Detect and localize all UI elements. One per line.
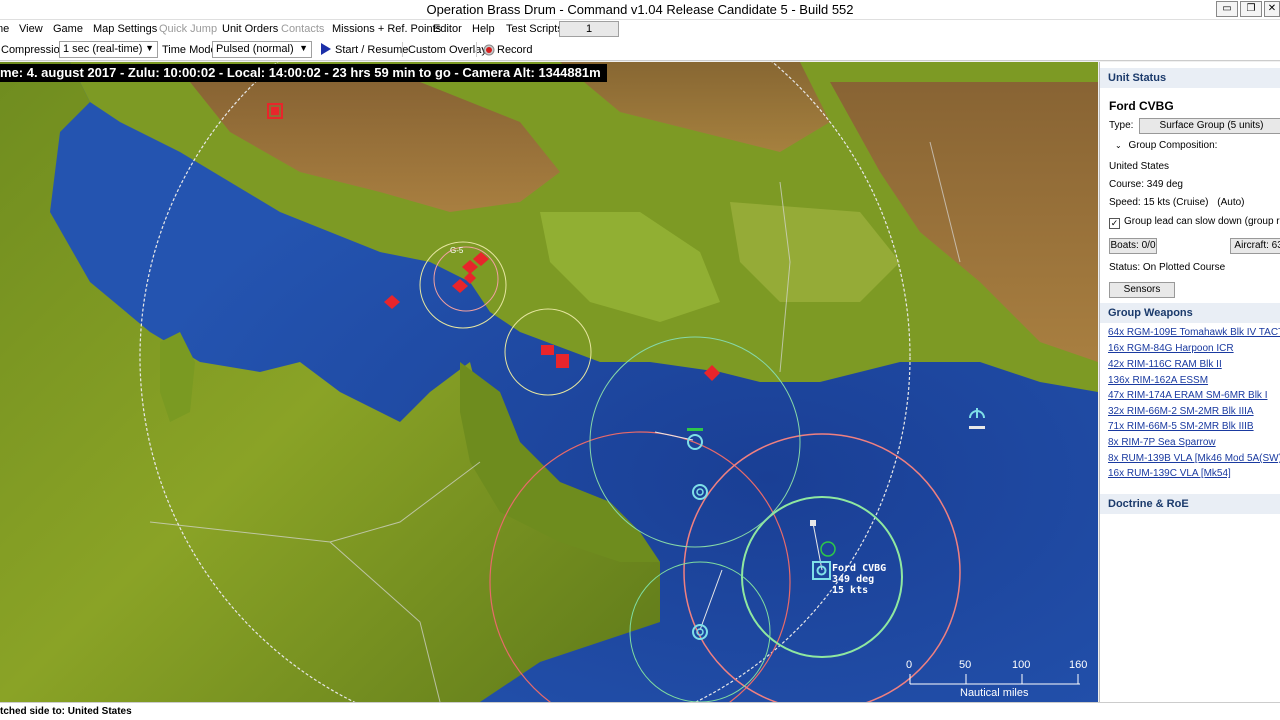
waypoint-marker[interactable] <box>810 520 816 526</box>
maximize-button[interactable]: ❐ <box>1240 1 1262 17</box>
menu-help[interactable]: Help <box>472 23 495 35</box>
record-icon <box>483 44 495 56</box>
carrier-label-speed: 15 kts <box>832 585 868 596</box>
time-mode-select[interactable]: Pulsed (normal) ▼ <box>212 41 312 58</box>
svg-text:160: 160 <box>1069 659 1087 671</box>
weapon-link[interactable]: 42x RIM-116C RAM Blk II <box>1108 359 1222 370</box>
svg-text:Nautical miles: Nautical miles <box>960 687 1029 699</box>
record-button[interactable]: Record <box>482 42 532 58</box>
weapon-link[interactable]: 16x RGM-84G Harpoon ICR <box>1108 343 1234 354</box>
side-name: United States <box>1109 161 1170 172</box>
group-weapons-header[interactable]: Group Weapons <box>1100 303 1280 323</box>
status-readout: Status: On Plotted Course <box>1109 262 1226 273</box>
menu-file[interactable]: me <box>0 23 9 35</box>
sensors-button[interactable]: Sensors <box>1109 282 1175 298</box>
menu-contacts[interactable]: Contacts <box>281 23 324 35</box>
group-composition-label: Group Composition: <box>1128 140 1218 151</box>
speed-value: Speed: 15 kts (Cruise) <box>1109 197 1209 208</box>
menu-bar: me View Game Map Settings Quick Jump Uni… <box>0 20 1280 39</box>
title-bar: Operation Brass Drum - Command v1.04 Rel… <box>0 0 1280 20</box>
svg-text:50: 50 <box>959 659 971 671</box>
group-lead-label: Group lead can slow down (group refor <box>1124 216 1280 227</box>
boats-button[interactable]: Boats: 0/0 <box>1109 238 1157 254</box>
toolbar: Compression: 1 sec (real-time) ▼ Time Mo… <box>0 39 1280 61</box>
time-mode-value: Pulsed (normal) <box>216 43 294 55</box>
group-lead-option[interactable]: ✓ Group lead can slow down (group refor <box>1109 216 1280 229</box>
svg-text:100: 100 <box>1012 659 1030 671</box>
window-title: Operation Brass Drum - Command v1.04 Rel… <box>426 2 854 17</box>
chevron-down-icon: ▼ <box>145 43 154 53</box>
weapon-link[interactable]: 16x RUM-139C VLA [Mk54] <box>1108 468 1231 479</box>
test-scripts-field[interactable]: 1 <box>559 21 619 37</box>
menu-game[interactable]: Game <box>53 23 83 35</box>
carrier-label-course: 349 deg <box>832 574 874 585</box>
play-icon <box>321 43 331 55</box>
carrier-label-name: Ford CVBG <box>832 563 886 574</box>
status-bar: tched side to: United States <box>0 702 1280 720</box>
weapon-link[interactable]: 64x RGM-109E Tomahawk Blk IV TACTOM <box>1108 327 1280 338</box>
status-message: tched side to: United States <box>0 706 132 717</box>
close-button[interactable]: ✕ <box>1264 1 1280 17</box>
time-banner: me: 4. august 2017 - Zulu: 10:00:02 - Lo… <box>0 64 607 82</box>
speed-readout: Speed: 15 kts (Cruise) (Auto) <box>1109 197 1245 208</box>
chevron-down-icon: ⌄ <box>1115 141 1122 150</box>
check-icon[interactable]: ✓ <box>1109 218 1120 229</box>
menu-missions[interactable]: Missions + Ref. Points <box>332 23 441 35</box>
map-canvas[interactable]: G-5 Ford CVBG 349 deg 15 kts 0 50 100 16… <box>0 62 1098 702</box>
hostile-unit[interactable] <box>556 354 569 368</box>
toolbar-separator <box>402 42 403 57</box>
compression-select[interactable]: 1 sec (real-time) ▼ <box>59 41 158 58</box>
doctrine-header[interactable]: Doctrine & RoE <box>1100 494 1280 514</box>
course-readout: Course: 349 deg <box>1109 179 1183 190</box>
menu-test-scripts[interactable]: Test Scripts <box>506 23 563 35</box>
group-tag: G-5 <box>450 246 464 255</box>
toolbar-separator <box>476 42 477 57</box>
start-resume-label: Start / Resume <box>335 44 409 56</box>
record-label: Record <box>497 44 533 56</box>
chevron-down-icon: ▼ <box>299 43 308 53</box>
menu-view[interactable]: View <box>19 23 43 35</box>
hostile-unit[interactable] <box>541 345 554 355</box>
type-label: Type: <box>1109 120 1134 131</box>
menu-unit-orders[interactable]: Unit Orders <box>222 23 278 35</box>
weapon-link[interactable]: 47x RIM-174A ERAM SM-6MR Blk I <box>1108 390 1267 401</box>
unit-status-panel: Unit Status Ford CVBG Type: Surface Grou… <box>1099 62 1280 702</box>
menu-editor[interactable]: Editor <box>433 23 462 35</box>
weapon-link[interactable]: 8x RIM-7P Sea Sparrow <box>1108 437 1216 448</box>
svg-text:0: 0 <box>906 659 912 671</box>
unit-status-header[interactable]: Unit Status <box>1100 68 1280 88</box>
compression-value: 1 sec (real-time) <box>63 43 143 55</box>
tactical-map[interactable]: G-5 Ford CVBG 349 deg 15 kts 0 50 100 16… <box>0 62 1098 702</box>
unit-name: Ford CVBG <box>1109 99 1174 113</box>
type-button[interactable]: Surface Group (5 units) <box>1139 118 1280 134</box>
speed-mode: (Auto) <box>1217 197 1245 208</box>
weapon-link[interactable]: 136x RIM-162A ESSM <box>1108 375 1208 386</box>
aircraft-button[interactable]: Aircraft: 63/ <box>1230 238 1280 254</box>
weapon-link[interactable]: 32x RIM-66M-2 SM-2MR Blk IIIA <box>1108 406 1254 417</box>
menu-quick-jump[interactable]: Quick Jump <box>159 23 217 35</box>
menu-map-settings[interactable]: Map Settings <box>93 23 157 35</box>
minimize-button[interactable]: ▭ <box>1216 1 1238 17</box>
weapon-link[interactable]: 71x RIM-66M-5 SM-2MR Blk IIIB <box>1108 421 1254 432</box>
weapon-link[interactable]: 8x RUM-139B VLA [Mk46 Mod 5A(SW)] <box>1108 453 1280 464</box>
group-composition-toggle[interactable]: ⌄ Group Composition: <box>1115 140 1217 151</box>
